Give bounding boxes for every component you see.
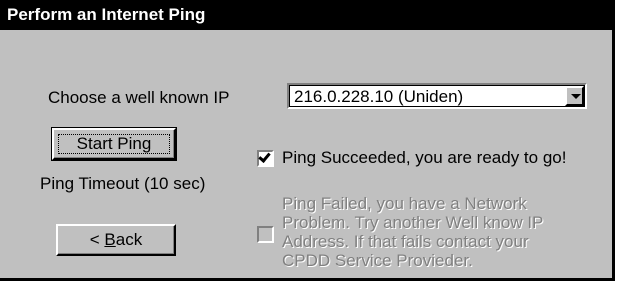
back-button-label-rest: ack bbox=[115, 230, 143, 249]
ping-dialog: Perform an Internet Ping Choose a well k… bbox=[0, 0, 615, 281]
back-button-label: < Back bbox=[58, 229, 174, 251]
success-checkbox[interactable] bbox=[257, 150, 274, 167]
checkmark-icon bbox=[258, 150, 271, 163]
window-title: Perform an Internet Ping bbox=[0, 0, 612, 30]
failure-checkbox[interactable] bbox=[257, 226, 274, 243]
start-ping-button[interactable]: Start Ping bbox=[51, 127, 177, 161]
failure-label: Ping Failed, you have a Network Problem.… bbox=[282, 194, 544, 270]
chevron-down-icon bbox=[571, 94, 581, 99]
back-button[interactable]: < Back bbox=[56, 224, 176, 256]
ip-select[interactable]: 216.0.228.10 (Uniden) bbox=[287, 83, 587, 109]
ip-select-value: 216.0.228.10 (Uniden) bbox=[294, 87, 464, 106]
back-button-prefix: < bbox=[89, 230, 105, 249]
back-button-accelerator: B bbox=[104, 230, 116, 249]
ip-chooser-label: Choose a well known IP bbox=[48, 88, 230, 107]
success-label: Ping Succeeded, you are ready to go! bbox=[282, 148, 567, 167]
start-ping-label: Start Ping bbox=[76, 134, 152, 153]
ip-select-dropdown-button[interactable] bbox=[565, 86, 584, 106]
ping-timeout-label: Ping Timeout (10 sec) bbox=[40, 174, 206, 193]
